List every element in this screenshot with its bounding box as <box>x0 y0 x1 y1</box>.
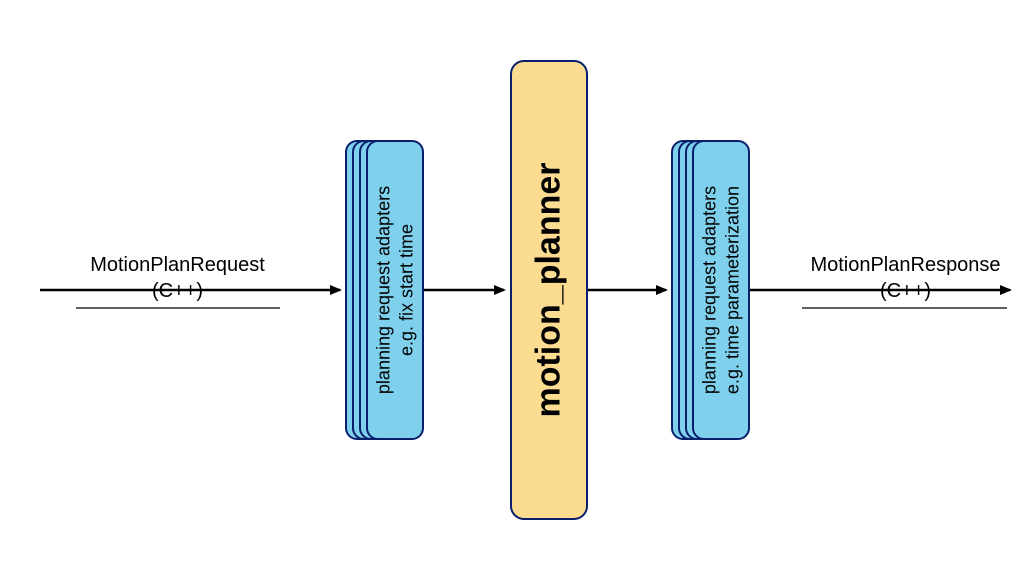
request-label-bottom: (C++) <box>75 278 280 304</box>
pipeline-diagram: MotionPlanRequest (C++) planning request… <box>0 0 1024 580</box>
motion-planner-label: motion_planner <box>530 162 569 417</box>
pre-adapter-line2: e.g. fix start time <box>395 224 418 356</box>
response-label-bottom: (C++) <box>803 278 1008 304</box>
response-label-top: MotionPlanResponse <box>810 254 1000 276</box>
pre-adapter-label: planning request adapters e.g. fix start… <box>373 186 418 394</box>
request-label: MotionPlanRequest (C++) <box>75 252 280 304</box>
motion-planner-box: motion_planner <box>510 60 588 520</box>
request-label-top: MotionPlanRequest <box>90 254 265 276</box>
post-adapter-card-3: planning request adapters e.g. time para… <box>692 140 750 440</box>
post-adapter-line2: e.g. time parameterization <box>721 186 744 394</box>
pre-adapter-card-3: planning request adapters e.g. fix start… <box>366 140 424 440</box>
post-adapter-line1: planning request adapters <box>699 186 722 394</box>
pre-adapter-line1: planning request adapters <box>373 186 396 394</box>
response-label: MotionPlanResponse (C++) <box>803 252 1008 304</box>
post-adapter-label: planning request adapters e.g. time para… <box>699 186 744 394</box>
